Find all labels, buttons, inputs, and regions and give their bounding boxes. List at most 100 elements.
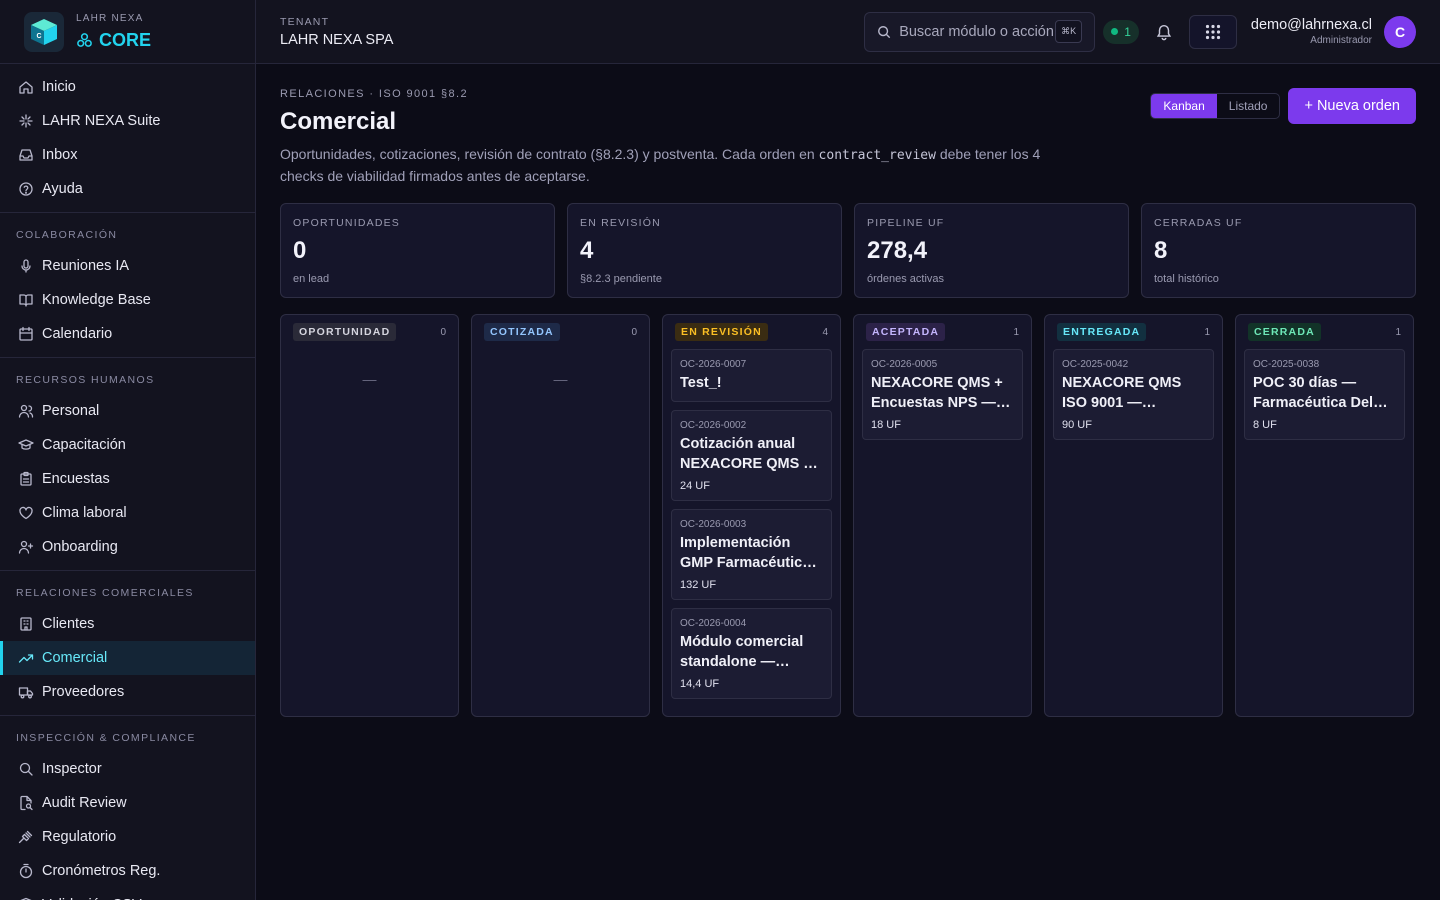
order-card[interactable]: OC-2026-0002 Cotización anual NEXACORE QM… [671, 410, 832, 501]
sidebar-item-calendario[interactable]: Calendario [0, 317, 255, 351]
kpi-card: OPORTUNIDADES 0 en lead [280, 203, 555, 298]
sidebar-item-clima-laboral[interactable]: Clima laboral [0, 496, 255, 530]
avatar[interactable]: C [1384, 15, 1416, 48]
page-description: Oportunidades, cotizaciones, revisión de… [280, 144, 1050, 187]
tenant-name[interactable]: LAHR NEXA SPA [280, 32, 393, 48]
user-plus-icon [18, 539, 34, 555]
sidebar-item-knowledge-base[interactable]: Knowledge Base [0, 283, 255, 317]
brand[interactable]: C LAHR NEXA CORE [0, 0, 255, 64]
sidebar-item-cronómetros-reg[interactable]: Cronómetros Reg. [0, 854, 255, 888]
column-status-badge: COTIZADA [484, 323, 560, 341]
sidebar-item-clientes[interactable]: Clientes [0, 607, 255, 641]
kpi-card: PIPELINE UF 278,4 órdenes activas [854, 203, 1129, 298]
sidebar-item-ayuda[interactable]: Ayuda [0, 172, 255, 206]
truck-icon [18, 684, 34, 700]
book-icon [18, 292, 34, 308]
kanban-column: ENTREGADA 1 OC-2025-0042 NEXACORE QMS ISO 9… [1044, 314, 1223, 717]
search-icon [878, 25, 891, 38]
search-placeholder: Buscar módulo o acción [899, 23, 1054, 40]
order-card[interactable]: OC-2025-0042 NEXACORE QMS ISO 9001 — Dist… [1053, 349, 1214, 440]
inbox-icon [18, 147, 34, 163]
search-input[interactable]: Buscar módulo o acción ⌘K [864, 11, 1096, 52]
sidebar-item-audit-review[interactable]: Audit Review [0, 786, 255, 820]
sidebar-item-proveedores[interactable]: Proveedores [0, 675, 255, 709]
sidebar-item-label: Reuniones IA [42, 258, 130, 274]
sidebar-item-label: Ayuda [42, 181, 83, 197]
molecule-icon [77, 32, 92, 47]
home-icon [18, 79, 34, 95]
sidebar-item-validación-csv[interactable]: Validación CSV [0, 888, 255, 900]
sidebar-section: INSPECCIÓN & COMPLIANCE Inspector Audit Re… [0, 716, 255, 900]
order-card[interactable]: OC-2026-0004 Módulo comercial standalone … [671, 608, 832, 699]
order-amount: 18 UF [871, 419, 901, 431]
column-status-badge: ENTREGADA [1057, 323, 1147, 341]
sidebar-item-reuniones-ia[interactable]: Reuniones IA [0, 249, 255, 283]
user-email: demo@lahrnexa.cl [1250, 17, 1372, 33]
order-code: OC-2026-0002 [680, 420, 747, 431]
sidebar-section-main: Inicio LAHR NEXA Suite Inbox Ayuda [0, 64, 255, 213]
order-code: OC-2026-0007 [680, 359, 747, 370]
kpi-value: 0 [293, 237, 307, 264]
sidebar-item-comercial[interactable]: Comercial [0, 641, 255, 675]
order-card[interactable]: OC-2026-0007 Test_! [671, 349, 832, 402]
kpi-label: CERRADAS UF [1154, 217, 1243, 229]
kpi-subtitle: §8.2.3 pendiente [580, 273, 662, 285]
column-count: 0 [440, 326, 446, 338]
sidebar-item-inbox[interactable]: Inbox [0, 138, 255, 172]
new-order-button[interactable]: + Nueva orden [1288, 88, 1416, 124]
order-card[interactable]: OC-2026-0005 NEXACORE QMS + Encuestas NPS… [862, 349, 1023, 440]
help-icon [18, 181, 34, 197]
order-code: OC-2025-0038 [1253, 359, 1320, 370]
sidebar-item-label: Knowledge Base [42, 292, 151, 308]
order-amount: 24 UF [680, 480, 710, 492]
user-menu[interactable]: demo@lahrnexa.cl Administrador [1251, 17, 1372, 46]
view-kanban-button[interactable]: Kanban [1151, 94, 1217, 118]
sidebar-item-label: Clientes [42, 616, 95, 632]
order-title: NEXACORE QMS ISO 9001 — Distribuidora [1062, 375, 1182, 411]
desc-text-1: Oportunidades, cotizaciones, revisión de… [280, 146, 819, 162]
order-code: OC-2026-0004 [680, 618, 747, 629]
sidebar-item-label: Encuestas [42, 471, 110, 487]
kanban-column: OPORTUNIDAD 0 — [280, 314, 459, 717]
trending-up-icon [18, 650, 34, 666]
sidebar-item-label: Calendario [42, 326, 113, 342]
status-badge[interactable]: 1 [1103, 19, 1139, 44]
clipboard-icon [18, 471, 34, 487]
kpi-subtitle: total histórico [1154, 273, 1219, 285]
sidebar-item-inspector[interactable]: Inspector [0, 752, 255, 786]
kpi-card: EN REVISIÓN 4 §8.2.3 pendiente [567, 203, 842, 298]
order-code: OC-2026-0003 [680, 519, 747, 530]
order-amount: 14,4 UF [680, 678, 720, 690]
sidebar-item-onboarding[interactable]: Onboarding [0, 530, 255, 564]
sidebar-item-label: Inicio [42, 79, 76, 95]
view-list-button[interactable]: Listado [1217, 94, 1280, 118]
order-card[interactable]: OC-2026-0003 Implementación GMP Farmacéut… [671, 509, 832, 600]
column-count: 1 [1013, 326, 1019, 338]
sidebar-item-label: Capacitación [42, 437, 126, 453]
kanban-column: ACEPTADA 1 OC-2026-0005 NEXACORE QMS + Encu… [853, 314, 1032, 717]
view-toggle: Kanban Listado [1150, 93, 1281, 119]
order-title: POC 30 días — Farmacéutica Del Sur [1253, 375, 1374, 411]
sidebar-section-title: COLABORACIÓN [16, 229, 118, 241]
order-card[interactable]: OC-2025-0038 POC 30 días — Farmacéutica D… [1244, 349, 1405, 440]
bell-icon[interactable] [1155, 23, 1173, 41]
calendar-icon [18, 326, 34, 342]
search-shortcut: ⌘K [1055, 20, 1083, 43]
status-count: 1 [1124, 24, 1131, 39]
sidebar-item-inicio[interactable]: Inicio [0, 70, 255, 104]
sidebar-item-capacitación[interactable]: Capacitación [0, 428, 255, 462]
sidebar: C LAHR NEXA CORE Inicio LAHR NEXA Suite In… [0, 0, 256, 900]
sidebar-item-label: Regulatorio [42, 829, 117, 845]
sidebar-item-personal[interactable]: Personal [0, 394, 255, 428]
users-icon [18, 403, 34, 419]
apps-grid-button[interactable] [1188, 14, 1237, 49]
kpi-subtitle: en lead [293, 273, 330, 285]
sidebar-item-regulatorio[interactable]: Regulatorio [0, 820, 255, 854]
column-empty: — [553, 371, 568, 387]
order-code: OC-2026-0005 [871, 359, 938, 370]
heart-icon [18, 505, 34, 521]
kpi-card: CERRADAS UF 8 total histórico [1141, 203, 1416, 298]
column-empty: — [362, 371, 377, 387]
sidebar-item-lahr-nexa-suite[interactable]: LAHR NEXA Suite [0, 104, 255, 138]
sidebar-item-encuestas[interactable]: Encuestas [0, 462, 255, 496]
